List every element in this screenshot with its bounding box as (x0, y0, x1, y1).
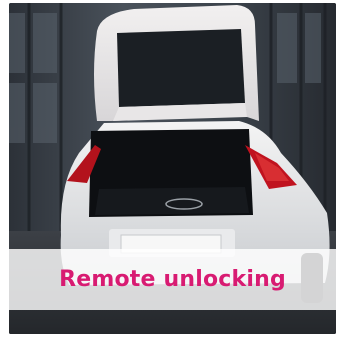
feature-card[interactable]: Remote unlocking (9, 3, 336, 334)
caption-title: Remote unlocking (59, 267, 286, 292)
caption-banner: Remote unlocking (9, 249, 336, 310)
